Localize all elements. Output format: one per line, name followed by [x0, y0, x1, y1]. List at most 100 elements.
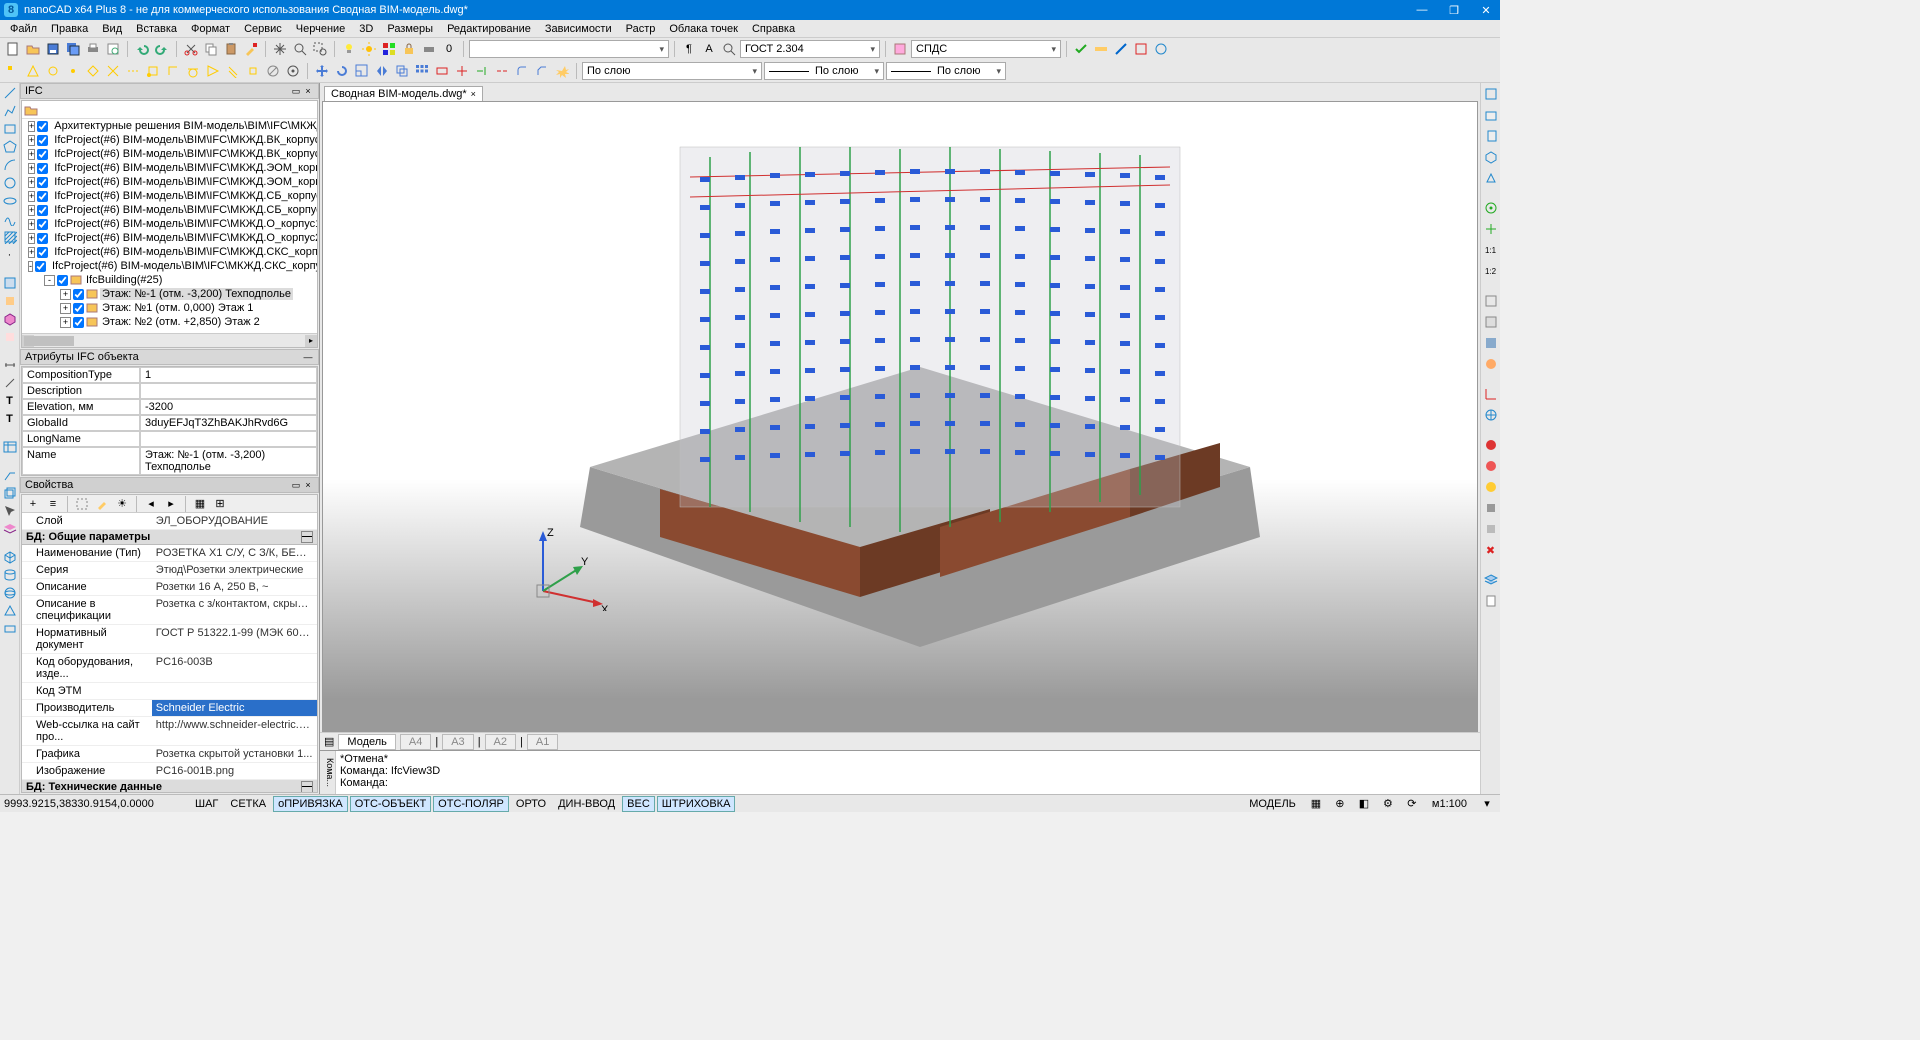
- maximize-button[interactable]: ❐: [1444, 4, 1464, 17]
- attr-panel-collapse-button[interactable]: —: [302, 352, 314, 362]
- section-collapse-button[interactable]: —: [301, 531, 313, 543]
- status-toggle-ОТС-ОБЪЕКТ[interactable]: ОТС-ОБЪЕКТ: [350, 796, 431, 812]
- snap-near-button[interactable]: [204, 62, 222, 80]
- plotstyle-dropdown[interactable]: По слою: [886, 62, 1006, 80]
- tree-expand-button[interactable]: +: [28, 149, 35, 160]
- yellow-sphere-button[interactable]: [1482, 478, 1500, 496]
- props-panel-pin-button[interactable]: ▭: [290, 480, 302, 491]
- tree-expand-button[interactable]: +: [28, 163, 35, 174]
- view-top-button[interactable]: [1482, 85, 1500, 103]
- spds-button-1[interactable]: [891, 40, 909, 58]
- zoom-extents-button[interactable]: [291, 40, 309, 58]
- layer-dropdown[interactable]: [469, 40, 669, 58]
- paragraph-button[interactable]: ¶: [680, 40, 698, 58]
- table-button[interactable]: [2, 439, 18, 455]
- attr-value[interactable]: 3duyEFJqT3ZhBAKJhRvd6G: [140, 415, 317, 431]
- tree-row[interactable]: +IfcProject(#6) BIM-модель\BIM\IFC\МКЖД.…: [22, 175, 317, 189]
- props-section-header[interactable]: БД: Технические данные—: [22, 780, 317, 792]
- menu-Справка[interactable]: Справка: [746, 23, 801, 35]
- model-space-button[interactable]: МОДЕЛЬ: [1244, 796, 1301, 812]
- tree-expand-button[interactable]: +: [28, 247, 35, 258]
- status-icon-1[interactable]: ▦: [1307, 795, 1325, 813]
- spds-dropdown[interactable]: СПДС: [911, 40, 1061, 58]
- circle-tool-button[interactable]: [2, 175, 18, 191]
- new-file-button[interactable]: [4, 40, 22, 58]
- view-tab-a2[interactable]: A2: [485, 734, 516, 750]
- ifc-tree[interactable]: +Архитектурные решения BIM-модель\BIM\IF…: [22, 119, 317, 333]
- snap-settings-button[interactable]: [284, 62, 302, 80]
- ucs-button[interactable]: [1482, 385, 1500, 403]
- menu-Вставка[interactable]: Вставка: [130, 23, 183, 35]
- tree-expand-button[interactable]: +: [28, 135, 35, 146]
- insert-button[interactable]: [2, 293, 18, 309]
- document-tab-close-button[interactable]: ×: [471, 89, 476, 99]
- props-prev-button[interactable]: ◂: [142, 495, 160, 513]
- prop-value[interactable]: PC16-003B: [152, 654, 317, 683]
- print-preview-button[interactable]: [104, 40, 122, 58]
- folder-open-icon[interactable]: [24, 103, 38, 117]
- find-button[interactable]: [720, 40, 738, 58]
- point-tool-button[interactable]: ·: [2, 247, 18, 263]
- command-prompt[interactable]: Команда:: [340, 777, 1476, 789]
- viewport-3d[interactable]: Z X Y: [322, 101, 1478, 732]
- tree-expand-button[interactable]: +: [28, 177, 35, 188]
- shaded-button[interactable]: [1482, 334, 1500, 352]
- isoview-button[interactable]: [2, 311, 18, 327]
- tree-row[interactable]: +Архитектурные решения BIM-модель\BIM\IF…: [22, 119, 317, 133]
- snap-par-button[interactable]: [224, 62, 242, 80]
- status-toggle-ВЕС[interactable]: ВЕС: [622, 796, 655, 812]
- measure-button-1[interactable]: [1092, 40, 1110, 58]
- chamfer-button[interactable]: [533, 62, 551, 80]
- red-sphere-button[interactable]: [1482, 436, 1500, 454]
- mtext-button[interactable]: T: [2, 393, 18, 409]
- print-button[interactable]: [84, 40, 102, 58]
- prop-value[interactable]: PC16-001B.png: [152, 763, 317, 780]
- tree-checkbox[interactable]: [37, 177, 48, 188]
- pan-3d-button[interactable]: [1482, 220, 1500, 238]
- props-pipette-button[interactable]: [93, 495, 111, 513]
- tree-checkbox[interactable]: [73, 317, 84, 328]
- 3d-tool2-button[interactable]: [2, 567, 18, 583]
- menu-3D[interactable]: 3D: [353, 23, 379, 35]
- ellipse-tool-button[interactable]: [2, 193, 18, 209]
- document-tab[interactable]: Сводная BIM-модель.dwg* ×: [324, 86, 483, 101]
- menu-Вид[interactable]: Вид: [96, 23, 128, 35]
- mirror-button[interactable]: [373, 62, 391, 80]
- tree-row[interactable]: +IfcProject(#6) BIM-модель\BIM\IFC\МКЖД.…: [22, 217, 317, 231]
- tree-checkbox[interactable]: [37, 247, 48, 258]
- prop-value[interactable]: Розетка с з/контактом, скрыта...: [152, 596, 317, 625]
- color-button[interactable]: [380, 40, 398, 58]
- props-grid-button[interactable]: ▦: [191, 495, 209, 513]
- menu-Зависимости[interactable]: Зависимости: [539, 23, 618, 35]
- view-tabs-menu-button[interactable]: ▤: [324, 735, 334, 748]
- rotate-button[interactable]: [333, 62, 351, 80]
- status-toggle-ШАГ[interactable]: ШАГ: [190, 796, 223, 812]
- props-next-button[interactable]: ▸: [162, 495, 180, 513]
- menu-Файл[interactable]: Файл: [4, 23, 43, 35]
- scroll-thumb[interactable]: [24, 336, 74, 346]
- status-toggle-ОТС-ПОЛЯР[interactable]: ОТС-ПОЛЯР: [433, 796, 509, 812]
- layer-button[interactable]: [2, 521, 18, 537]
- tree-row[interactable]: +IfcProject(#6) BIM-модель\BIM\IFC\МКЖД.…: [22, 147, 317, 161]
- line-tool-button[interactable]: [2, 85, 18, 101]
- snap-mid-button[interactable]: [24, 62, 42, 80]
- 3d-tool3-button[interactable]: [2, 585, 18, 601]
- snap-perp-button[interactable]: [164, 62, 182, 80]
- prop-value[interactable]: ГОСТ Р 51322.1-99 (МЭК 60884...: [152, 625, 317, 654]
- status-icon-2[interactable]: ⊕: [1331, 795, 1349, 813]
- menu-Черчение[interactable]: Черчение: [290, 23, 352, 35]
- 3d-tool5-button[interactable]: [2, 621, 18, 637]
- status-toggle-ШТРИХОВКА[interactable]: ШТРИХОВКА: [657, 796, 736, 812]
- tree-checkbox[interactable]: [37, 163, 48, 174]
- layer-0-button[interactable]: 0: [440, 40, 458, 58]
- command-line[interactable]: Кома... *Отмена* Команда: IfcView3D Кома…: [320, 750, 1480, 794]
- text-button[interactable]: A: [700, 40, 718, 58]
- tree-row[interactable]: +IfcProject(#6) BIM-модель\BIM\IFC\МКЖД.…: [22, 133, 317, 147]
- snap-app-button[interactable]: [244, 62, 262, 80]
- ifc-filter-input[interactable]: [40, 104, 315, 115]
- wireframe-button[interactable]: [1482, 292, 1500, 310]
- dim-aligned-button[interactable]: [2, 375, 18, 391]
- view-tab-a4[interactable]: A4: [400, 734, 431, 750]
- view-tab-model[interactable]: Модель: [338, 734, 395, 750]
- sun-button[interactable]: [360, 40, 378, 58]
